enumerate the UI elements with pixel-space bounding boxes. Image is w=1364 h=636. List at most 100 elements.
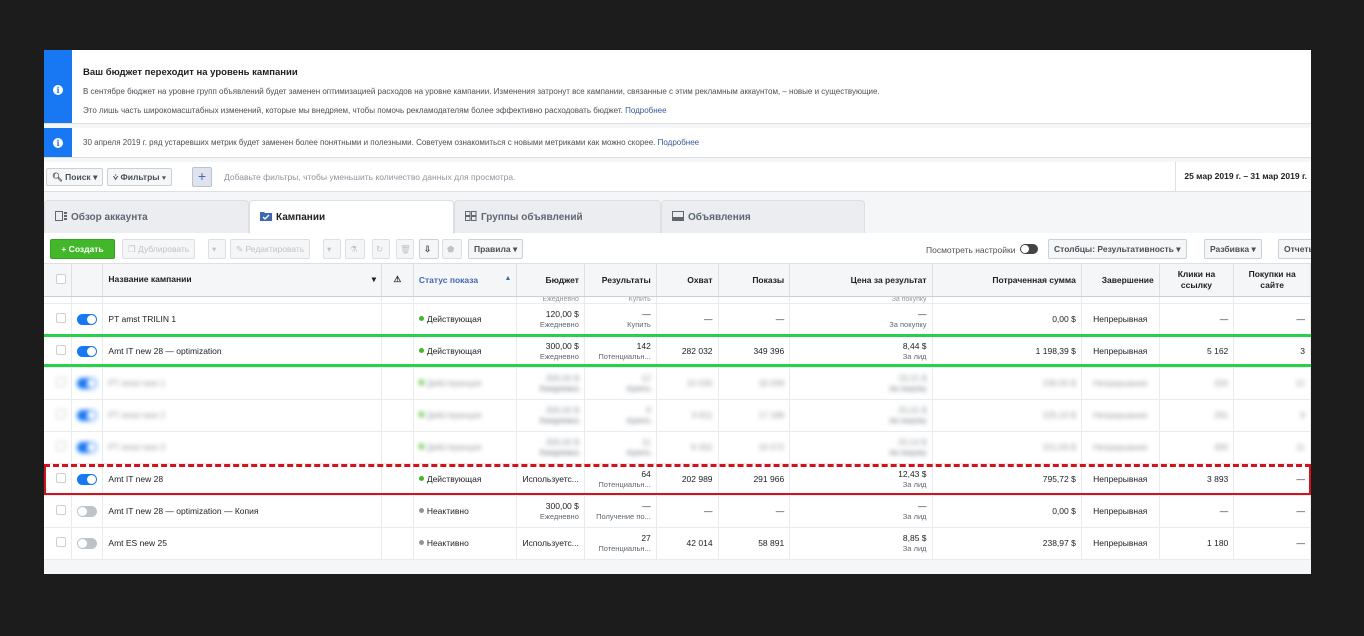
budget-cell[interactable]: 120,00 $ Ежедневно xyxy=(516,303,585,336)
revert-button[interactable]: ↻ xyxy=(372,239,390,259)
row-select-cell xyxy=(44,495,73,528)
column-header-website-purchases[interactable]: Покупки на сайте xyxy=(1233,264,1311,297)
budget-cell[interactable]: Используетс... xyxy=(516,527,585,560)
column-header-cost-per-result[interactable]: Цена за результат xyxy=(789,264,933,297)
budget-cell[interactable]: 300,00 $ Ежедневно xyxy=(516,399,585,432)
search-button[interactable]: 🔍︎ Поиск ▾ xyxy=(46,168,104,186)
results-cell: 9 Купить xyxy=(584,399,657,432)
row-checkbox[interactable] xyxy=(56,505,67,515)
table-row[interactable]: Amt IT new 28 — optimization Действующая 3… xyxy=(44,335,1311,368)
budget-cell[interactable]: Используетс... xyxy=(516,463,585,496)
reports-button[interactable]: Отчеты xyxy=(1278,239,1311,259)
table-row[interactable]: Amt IT new 28 — optimization — Копия Неак… xyxy=(44,495,1311,528)
budget-cell[interactable]: 300,00 $ Ежедневно xyxy=(516,335,585,368)
results-type: Потенциальн... xyxy=(598,480,651,489)
column-header-ends[interactable]: Завершение xyxy=(1081,264,1160,297)
column-header-impressions[interactable]: Показы xyxy=(718,264,791,297)
learn-more-link[interactable]: Подробнее xyxy=(658,138,700,147)
campaign-toggle[interactable] xyxy=(77,409,98,421)
results-value: 9 xyxy=(646,405,651,415)
add-filter-button[interactable]: + xyxy=(192,167,212,187)
account-overview-icon xyxy=(55,211,67,221)
row-checkbox[interactable] xyxy=(56,409,67,419)
export-button[interactable]: ⇩ xyxy=(419,239,439,259)
results-cell: 27 Потенциальн... xyxy=(584,527,657,560)
budget-cell[interactable]: 300,00 $ Ежедневно xyxy=(516,431,585,464)
campaign-toggle[interactable] xyxy=(77,473,98,485)
campaign-toggle[interactable] xyxy=(77,345,98,357)
tab-account-overview[interactable]: Обзор аккаунта xyxy=(44,200,249,233)
toggle-switch[interactable] xyxy=(1019,244,1038,254)
column-header-link-clicks[interactable]: Клики на ссылку xyxy=(1159,264,1235,297)
cpr-sub: За покупку xyxy=(789,296,933,304)
status-text: Действующая xyxy=(426,474,482,484)
link-clicks-cell: 291 xyxy=(1159,399,1235,432)
campaign-name[interactable]: Amt IT new 28 — optimization xyxy=(102,335,382,368)
column-header-results[interactable]: Результаты xyxy=(584,264,657,297)
spent-cell: 230,50 $ xyxy=(932,367,1082,400)
budget-cell[interactable]: 300,00 $ Ежедневно xyxy=(516,367,585,400)
table-row[interactable]: Amt IT new 28 Действующая Используетс... 64… xyxy=(44,463,1311,496)
row-checkbox[interactable] xyxy=(56,441,67,451)
duplicate-dropdown[interactable]: ▾ xyxy=(208,239,226,259)
column-header-reach[interactable]: Охват xyxy=(656,264,719,297)
purchases-cell: — xyxy=(1233,527,1311,560)
results-value: 12 xyxy=(641,373,651,383)
campaign-toggle[interactable] xyxy=(77,313,98,325)
tab-campaigns[interactable]: Кампании xyxy=(249,200,454,234)
results-type: Купить xyxy=(627,320,651,329)
table-row[interactable]: PT amst new 2 Действующая 300,00 $ Ежедневн… xyxy=(44,399,1311,432)
learn-more-link[interactable]: Подробнее xyxy=(625,106,667,115)
row-toggle-cell xyxy=(71,399,104,432)
rules-button[interactable]: Правила ▾ xyxy=(468,239,524,259)
row-checkbox[interactable] xyxy=(56,345,67,355)
table-row[interactable]: Amt ES new 25 Неактивно Используетс... 27 По… xyxy=(44,527,1311,560)
export-icon: ⇩ xyxy=(424,244,432,254)
table-row[interactable]: PT amst new 3 Действующая 300,00 $ Ежедневн… xyxy=(44,431,1311,464)
campaign-name[interactable]: PT amst new 3 xyxy=(102,431,382,464)
budget-cell[interactable]: 300,00 $ Ежедневно xyxy=(516,495,585,528)
status-dot xyxy=(418,412,424,417)
row-checkbox[interactable] xyxy=(56,473,67,483)
delete-button[interactable]: 🗑︎ xyxy=(396,239,414,259)
campaign-toggle[interactable] xyxy=(77,377,98,389)
campaign-name[interactable]: PT amst new 1 xyxy=(102,367,382,400)
reach-cell: 10 030 xyxy=(656,367,719,400)
breakdown-button[interactable]: Разбивка ▾ xyxy=(1204,239,1262,259)
campaign-name[interactable]: Amt IT new 28 xyxy=(102,463,382,496)
row-checkbox[interactable] xyxy=(56,537,67,547)
campaign-toggle[interactable] xyxy=(77,505,98,517)
grid-icon xyxy=(465,211,477,221)
column-header-budget[interactable]: Бюджет xyxy=(516,264,585,297)
columns-button[interactable]: Столбцы: Результативность ▾ xyxy=(1048,239,1187,259)
tab-ads[interactable]: Объявления xyxy=(661,200,865,233)
budget-type: Ежедневно xyxy=(539,512,579,521)
view-settings-toggle[interactable]: Посмотреть настройки xyxy=(926,244,1038,255)
budget-type: Ежедневно xyxy=(539,352,579,361)
column-header-amount-spent[interactable]: Потраченная сумма xyxy=(932,264,1082,297)
duplicate-button[interactable]: ❐ Дублировать xyxy=(122,239,196,259)
date-range-picker[interactable]: 25 мар 2019 г. – 31 мар 2019 г. xyxy=(1175,162,1311,191)
edit-dropdown[interactable]: ▾ xyxy=(323,239,341,259)
filters-button[interactable]: ⩒ Фильтры ▾ xyxy=(107,168,173,186)
row-checkbox[interactable] xyxy=(56,377,67,387)
create-button[interactable]: + Создать xyxy=(50,239,115,259)
edit-button[interactable]: ✎ Редактировать xyxy=(230,239,311,259)
campaign-toggle[interactable] xyxy=(77,537,98,549)
cpr-value: — xyxy=(918,309,927,319)
table-row[interactable]: PT amst TRILIN 1 Действующая 120,00 $ Ежедн… xyxy=(44,303,1311,336)
campaign-name[interactable]: Amt ES new 25 xyxy=(102,527,382,560)
row-checkbox[interactable] xyxy=(56,313,67,323)
column-header-delivery-status[interactable]: Статус показа ▲ xyxy=(413,264,518,297)
table-row[interactable]: PT amst new 1 Действующая 300,00 $ Ежедневн… xyxy=(44,367,1311,400)
tag-button[interactable]: ⬟ xyxy=(442,239,462,259)
campaign-name[interactable]: Amt IT new 28 — optimization — Копия xyxy=(102,495,382,528)
campaign-name[interactable]: PT amst new 2 xyxy=(102,399,382,432)
campaign-name[interactable]: PT amst TRILIN 1 xyxy=(102,303,382,336)
tag-icon: ⬟ xyxy=(447,244,455,254)
campaign-toggle[interactable] xyxy=(77,441,98,453)
ab-test-button[interactable]: ⚗ xyxy=(345,239,365,259)
column-header-campaign-name[interactable]: Название кампании ▾ xyxy=(102,264,382,297)
tab-ad-sets[interactable]: Группы объявлений xyxy=(454,200,661,233)
select-all-checkbox[interactable] xyxy=(56,273,67,284)
